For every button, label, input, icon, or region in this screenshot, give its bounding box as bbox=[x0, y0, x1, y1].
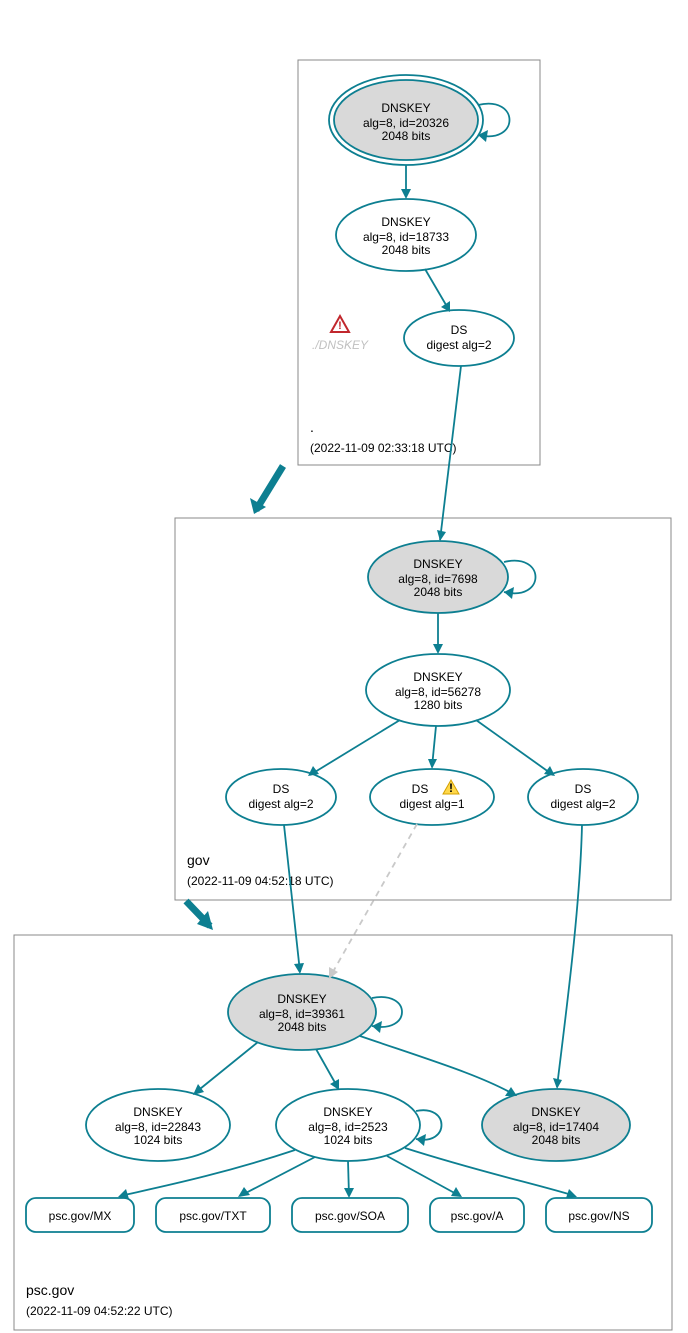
node-root-zsk: DNSKEY alg=8, id=18733 2048 bits bbox=[336, 199, 476, 271]
node-gov-ksk: DNSKEY alg=8, id=7698 2048 bits bbox=[368, 541, 508, 613]
node-psc-zsk2: DNSKEY alg=8, id=2523 1024 bits bbox=[276, 1089, 420, 1161]
zone-gov-ts: (2022-11-09 04:52:18 UTC) bbox=[187, 874, 334, 888]
svg-text:DS: DS bbox=[575, 782, 592, 796]
deleg-root-gov bbox=[256, 466, 283, 510]
node-rr-ns: psc.gov/NS bbox=[546, 1198, 652, 1232]
svg-text:alg=8, id=22843: alg=8, id=22843 bbox=[115, 1120, 201, 1134]
zone-root-ts: (2022-11-09 02:33:18 UTC) bbox=[310, 441, 457, 455]
svg-text:DNSKEY: DNSKEY bbox=[323, 1105, 372, 1119]
svg-text:alg=8, id=7698: alg=8, id=7698 bbox=[398, 572, 478, 586]
svg-text:psc.gov/TXT: psc.gov/TXT bbox=[179, 1209, 247, 1223]
node-root-ksk: DNSKEY alg=8, id=20326 2048 bits bbox=[329, 75, 483, 165]
node-gov-ds2: DS digest alg=1 ! bbox=[370, 769, 494, 825]
node-rr-a: psc.gov/A bbox=[430, 1198, 524, 1232]
svg-text:2048 bits: 2048 bits bbox=[414, 585, 463, 599]
edge-govzsk-ds1 bbox=[310, 720, 400, 775]
warning-icon: ! bbox=[331, 316, 349, 332]
svg-text:DNSKEY: DNSKEY bbox=[531, 1105, 580, 1119]
node-psc-zsk1: DNSKEY alg=8, id=22843 1024 bits bbox=[86, 1089, 230, 1161]
svg-text:DS: DS bbox=[273, 782, 290, 796]
svg-text:psc.gov/NS: psc.gov/NS bbox=[568, 1209, 629, 1223]
edge-govzsk-ds3 bbox=[476, 720, 553, 775]
svg-text:1024 bits: 1024 bits bbox=[134, 1133, 183, 1147]
svg-text:DNSKEY: DNSKEY bbox=[381, 215, 430, 229]
svg-text:psc.gov/MX: psc.gov/MX bbox=[49, 1209, 112, 1223]
node-gov-ds1: DS digest alg=2 bbox=[226, 769, 336, 825]
edge-pscksk-zsk1 bbox=[195, 1042, 258, 1093]
zone-psc-ts: (2022-11-09 04:52:22 UTC) bbox=[26, 1304, 173, 1318]
svg-text:DS: DS bbox=[412, 782, 429, 796]
node-gov-ds3: DS digest alg=2 bbox=[528, 769, 638, 825]
edge-ds1-pscksk bbox=[284, 825, 300, 972]
svg-text:./DNSKEY: ./DNSKEY bbox=[312, 338, 369, 352]
node-rr-soa: psc.gov/SOA bbox=[292, 1198, 408, 1232]
svg-text:digest alg=2: digest alg=2 bbox=[550, 797, 615, 811]
svg-text:1280 bits: 1280 bits bbox=[414, 698, 463, 712]
warning-icon: ! bbox=[443, 780, 459, 795]
svg-text:DNSKEY: DNSKEY bbox=[277, 992, 326, 1006]
node-root-ds: DS digest alg=2 bbox=[404, 310, 514, 366]
svg-text:digest alg=1: digest alg=1 bbox=[399, 797, 464, 811]
svg-text:DNSKEY: DNSKEY bbox=[133, 1105, 182, 1119]
svg-text:2048 bits: 2048 bits bbox=[278, 1020, 327, 1034]
svg-text:digest alg=2: digest alg=2 bbox=[426, 338, 491, 352]
dnssec-graph: . (2022-11-09 02:33:18 UTC) gov (2022-11… bbox=[0, 0, 688, 1333]
svg-text:DS: DS bbox=[451, 323, 468, 337]
edge-pscksk-ksk2 bbox=[360, 1036, 515, 1095]
node-psc-ksk: DNSKEY alg=8, id=39361 2048 bits bbox=[228, 974, 376, 1050]
svg-text:DNSKEY: DNSKEY bbox=[413, 557, 462, 571]
svg-text:digest alg=2: digest alg=2 bbox=[248, 797, 313, 811]
node-gov-zsk: DNSKEY alg=8, id=56278 1280 bits bbox=[366, 654, 510, 726]
svg-text:alg=8, id=56278: alg=8, id=56278 bbox=[395, 685, 481, 699]
svg-text:psc.gov/A: psc.gov/A bbox=[451, 1209, 504, 1223]
edge-zsk2-mx bbox=[120, 1150, 295, 1196]
svg-text:alg=8, id=2523: alg=8, id=2523 bbox=[308, 1120, 388, 1134]
zone-root-label: . bbox=[310, 419, 314, 435]
node-root-badkey: ! ./DNSKEY bbox=[312, 316, 369, 352]
svg-text:DNSKEY: DNSKEY bbox=[381, 101, 430, 115]
svg-text:DNSKEY: DNSKEY bbox=[413, 670, 462, 684]
svg-text:!: ! bbox=[449, 781, 453, 795]
svg-text:alg=8, id=39361: alg=8, id=39361 bbox=[259, 1007, 345, 1021]
svg-text:psc.gov/SOA: psc.gov/SOA bbox=[315, 1209, 385, 1223]
svg-text:2048 bits: 2048 bits bbox=[382, 129, 431, 143]
svg-text:2048 bits: 2048 bits bbox=[532, 1133, 581, 1147]
zone-gov-label: gov bbox=[187, 852, 210, 868]
svg-text:alg=8, id=17404: alg=8, id=17404 bbox=[513, 1120, 599, 1134]
node-rr-mx: psc.gov/MX bbox=[26, 1198, 134, 1232]
edge-ds3-pscksk2 bbox=[557, 825, 582, 1087]
node-psc-ksk2: DNSKEY alg=8, id=17404 2048 bits bbox=[482, 1089, 630, 1161]
edge-root-zsk-ds bbox=[425, 269, 449, 310]
node-rr-txt: psc.gov/TXT bbox=[156, 1198, 270, 1232]
svg-text:alg=8, id=18733: alg=8, id=18733 bbox=[363, 230, 449, 244]
zone-psc-label: psc.gov bbox=[26, 1282, 74, 1298]
svg-text:2048 bits: 2048 bits bbox=[382, 243, 431, 257]
svg-text:1024 bits: 1024 bits bbox=[324, 1133, 373, 1147]
svg-text:alg=8, id=20326: alg=8, id=20326 bbox=[363, 116, 449, 130]
svg-text:!: ! bbox=[338, 320, 342, 332]
